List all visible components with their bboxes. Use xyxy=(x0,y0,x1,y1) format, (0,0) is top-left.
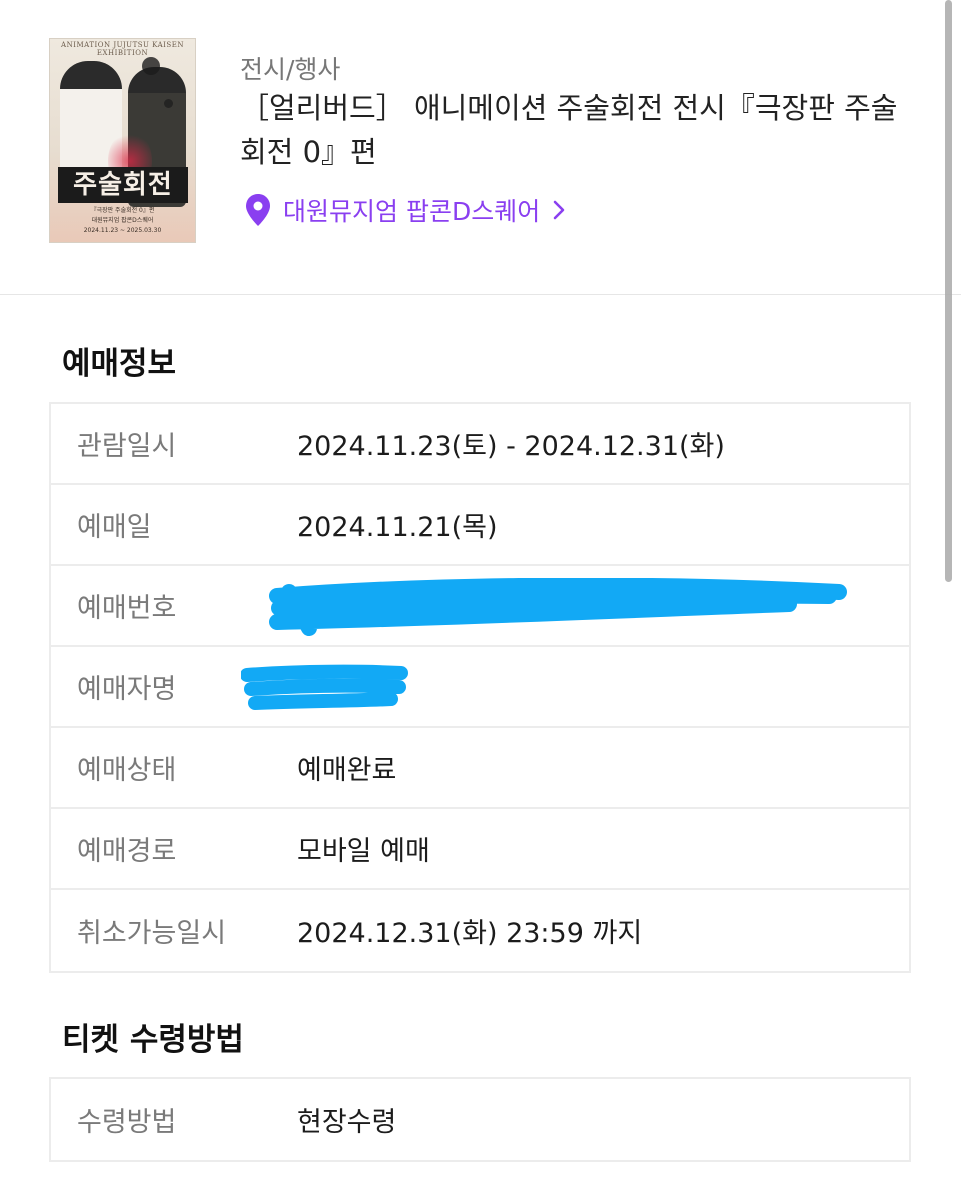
venue-link[interactable]: 대원뮤지엄 팝콘D스퀘어 xyxy=(243,192,566,228)
redaction-scribble xyxy=(269,578,847,636)
row-value: 2024.11.23(토) - 2024.12.31(화) xyxy=(297,431,725,462)
location-pin-icon xyxy=(246,194,270,226)
row-value: 현장수령 xyxy=(297,1107,397,1138)
row-label: 예매일 xyxy=(77,512,152,543)
scrollbar[interactable] xyxy=(945,0,952,582)
event-category: 전시/행사 xyxy=(240,55,341,84)
venue-name: 대원뮤지엄 팝콘D스퀘어 xyxy=(283,197,541,226)
table-row: 수령방법 현장수령 xyxy=(51,1079,909,1160)
row-label: 취소가능일시 xyxy=(77,918,227,949)
chevron-right-icon xyxy=(553,200,565,220)
row-label: 예매번호 xyxy=(77,593,177,624)
table-row: 예매일 2024.11.21(목) xyxy=(51,485,909,566)
row-label: 예매상태 xyxy=(77,755,177,786)
event-header: ANIMATION JUJUTSU KAISEN EXHIBITION 주술회전… xyxy=(0,0,961,294)
ticket-receive-table: 수령방법 현장수령 xyxy=(49,1077,911,1162)
booking-info-title: 예매정보 xyxy=(62,346,177,382)
booking-info-table: 관람일시 2024.11.23(토) - 2024.12.31(화) 예매일 2… xyxy=(49,402,911,973)
event-title: ［얼리버드］ 애니메이션 주술회전 전시『극장판 주술회전 0』편 xyxy=(240,91,898,169)
row-label: 예매경로 xyxy=(77,836,177,867)
table-row: 예매상태 예매완료 xyxy=(51,728,909,809)
booking-detail-page: ANIMATION JUJUTSU KAISEN EXHIBITION 주술회전… xyxy=(0,0,961,1200)
poster-title: 주술회전 xyxy=(58,167,188,203)
table-row: 관람일시 2024.11.23(토) - 2024.12.31(화) xyxy=(51,404,909,485)
row-label: 관람일시 xyxy=(77,431,177,462)
header-divider xyxy=(0,294,961,295)
event-poster[interactable]: ANIMATION JUJUTSU KAISEN EXHIBITION 주술회전… xyxy=(49,38,196,243)
table-row: 예매번호 xyxy=(51,566,909,647)
row-value: 2024.11.21(목) xyxy=(297,512,498,543)
poster-venue: 대원뮤지엄 팝콘D스퀘어 xyxy=(91,217,154,224)
poster-ink-splash xyxy=(142,57,160,75)
row-value: 모바일 예매 xyxy=(297,836,430,867)
poster-ink-splash xyxy=(164,99,173,108)
row-label: 수령방법 xyxy=(77,1107,177,1138)
table-row: 예매경로 모바일 예매 xyxy=(51,809,909,890)
ticket-receive-title: 티켓 수령방법 xyxy=(62,1022,244,1058)
row-value: 2024.12.31(화) 23:59 까지 xyxy=(297,918,643,949)
table-row: 예매자명 xyxy=(51,647,909,728)
poster-dates: 2024.11.23 ~ 2025.03.30 xyxy=(83,227,162,234)
poster-subtitle: 『극장판 주술회전 0』편 xyxy=(90,207,155,214)
poster-exhibition-text: ANIMATION JUJUTSU KAISEN EXHIBITION xyxy=(61,41,184,57)
row-value: 예매완료 xyxy=(297,755,397,786)
redaction-scribble xyxy=(241,664,408,710)
row-label: 예매자명 xyxy=(77,674,177,705)
table-row: 취소가능일시 2024.12.31(화) 23:59 까지 xyxy=(51,890,909,971)
